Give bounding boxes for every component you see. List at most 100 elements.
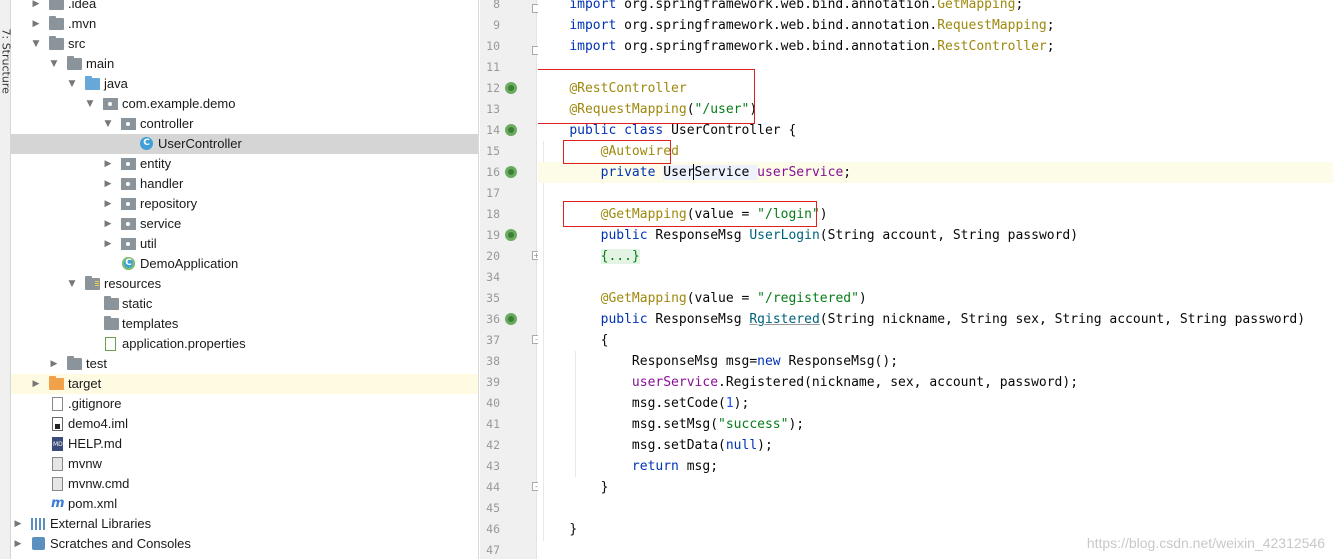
tree-item-src[interactable]: ▼ src [11,34,478,54]
tree-item-entity[interactable]: ▶ entity [11,154,478,174]
tree-item-resources[interactable]: ▼ resources [11,274,478,294]
spring-request-mapping-icon[interactable] [505,313,517,325]
code-line: public ResponseMsg Rgistered(String nick… [600,312,1306,327]
folder-icon [67,56,82,70]
tree-item-target[interactable]: ▶ target [11,374,478,394]
chevron-right-icon[interactable]: ▶ [102,174,114,194]
tree-item-label: Scratches and Consoles [50,536,191,551]
tree-item-application-properties[interactable]: application.properties [11,334,478,354]
tree-item-idea[interactable]: ▶ .idea [11,0,478,14]
tree-item-label: handler [140,176,184,191]
chevron-right-icon[interactable]: ▶ [30,14,42,34]
line-number: 44 [486,480,500,494]
tree-item-gitignore[interactable]: .gitignore [11,394,478,414]
tree-item-controller[interactable]: ▼ controller [11,114,478,134]
line-number: 12 [486,81,500,95]
tree-item-mvnw[interactable]: mvnw [11,454,478,474]
line-number: 11 [486,60,500,74]
tree-item-help-md[interactable]: MD HELP.md [11,434,478,454]
line-number: 13 [486,102,500,116]
script-file-icon [52,457,63,471]
tree-item-mvnw-cmd[interactable]: mvnw.cmd [11,474,478,494]
java-class-icon: C [140,137,153,150]
folder-icon [104,296,119,310]
chevron-right-icon[interactable]: ▶ [102,194,114,214]
chevron-right-icon[interactable]: ▶ [12,534,24,554]
line-number: 19 [486,228,500,242]
folder-icon [67,356,82,370]
editor-gutter: 8 9 10 11 12 13 14 15 16 17 18 19 20 34 … [480,0,541,559]
line-number: 40 [486,396,500,410]
line-number: 46 [486,522,500,536]
excluded-folder-icon [49,376,64,390]
tree-item-main[interactable]: ▼ main [11,54,478,74]
tree-item-usercontroller[interactable]: C UserController [11,134,478,154]
tree-item-external-libraries[interactable]: ▶ External Libraries [11,514,478,534]
highlight-box-class-annotations [538,69,755,124]
spring-bean-icon[interactable] [505,82,517,94]
spring-request-mapping-icon[interactable] [505,229,517,241]
chevron-right-icon[interactable]: ▶ [30,0,42,14]
tree-item-label: HELP.md [68,436,122,451]
tree-item-handler[interactable]: ▶ handler [11,174,478,194]
tree-item-com-example-demo[interactable]: ▼ com.example.demo [11,94,478,114]
code-editor[interactable]: import org.springframework.web.bind.anno… [538,0,1333,559]
tree-item-mvn[interactable]: ▶ .mvn [11,14,478,34]
tree-item-label: com.example.demo [122,96,236,111]
tree-item-label: resources [104,276,162,291]
tree-item-label: UserController [158,136,242,151]
tree-item-service[interactable]: ▶ service [11,214,478,234]
spring-bean-icon[interactable] [505,124,517,136]
script-file-icon [52,477,63,491]
spring-autowired-icon[interactable] [505,166,517,178]
tree-item-repository[interactable]: ▶ repository [11,194,478,214]
line-number: 17 [486,186,500,200]
chevron-right-icon[interactable]: ▶ [102,234,114,254]
chevron-right-icon[interactable]: ▶ [102,154,114,174]
markdown-file-icon: MD [52,437,63,451]
scratches-icon [32,537,45,550]
tree-item-label: main [86,56,115,71]
chevron-down-icon[interactable]: ▼ [84,94,96,114]
folder-icon [49,36,64,50]
line-number: 38 [486,354,500,368]
left-tool-strip: 7: Structure [0,0,13,559]
tree-item-static[interactable]: static [11,294,478,314]
code-line: import org.springframework.web.bind.anno… [569,0,1024,12]
resources-folder-icon [85,276,100,290]
package-icon [121,218,136,230]
tree-item-label: service [140,216,182,231]
tree-item-demoapplication[interactable]: C DemoApplication [11,254,478,274]
line-number: 20 [486,249,500,263]
line-number: 8 [493,0,500,11]
chevron-down-icon[interactable]: ▼ [48,54,60,74]
tree-item-demo4-iml[interactable]: demo4.iml [11,414,478,434]
code-line: public ResponseMsg UserLogin(String acco… [600,228,1079,243]
line-number: 9 [493,18,500,32]
tree-item-scratches[interactable]: ▶ Scratches and Consoles [11,534,478,554]
folded-code-block[interactable]: {...} [600,249,640,264]
project-tree: ▶ .idea ▶ .mvn ▼ src ▼ main ▼ java ▼ com… [11,0,479,559]
tree-item-test[interactable]: ▶ test [11,354,478,374]
tree-item-label: pom.xml [68,496,118,511]
tree-item-util[interactable]: ▶ util [11,234,478,254]
libraries-icon [31,518,45,530]
line-number: 18 [486,207,500,221]
chevron-right-icon[interactable]: ▶ [30,374,42,394]
line-number: 39 [486,375,500,389]
chevron-down-icon[interactable]: ▼ [102,114,114,134]
chevron-down-icon[interactable]: ▼ [66,274,78,294]
chevron-down-icon[interactable]: ▼ [30,34,42,54]
tree-item-templates[interactable]: templates [11,314,478,334]
chevron-right-icon[interactable]: ▶ [12,514,24,534]
code-line: import org.springframework.web.bind.anno… [569,39,1055,54]
tree-item-pom-xml[interactable]: m pom.xml [11,494,478,514]
chevron-right-icon[interactable]: ▶ [48,354,60,374]
chevron-right-icon[interactable]: ▶ [102,214,114,234]
line-number: 10 [486,39,500,53]
tree-item-label: templates [122,316,179,331]
tree-item-java[interactable]: ▼ java [11,74,478,94]
tree-item-label: repository [140,196,198,211]
tree-item-label: .gitignore [68,396,122,411]
chevron-down-icon[interactable]: ▼ [66,74,78,94]
